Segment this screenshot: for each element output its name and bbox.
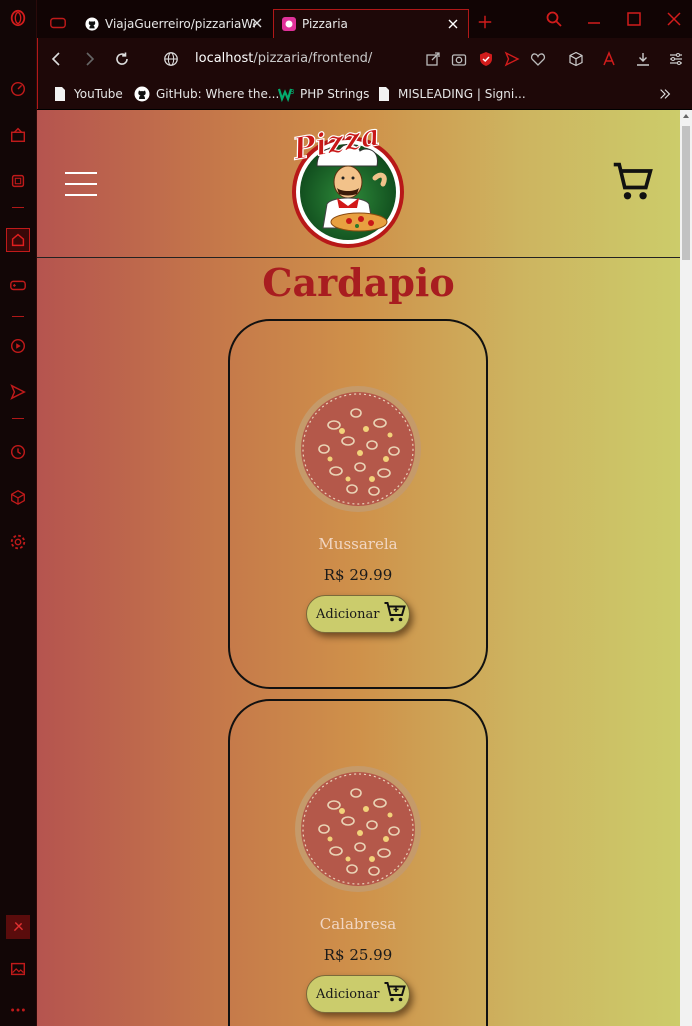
gallery-icon[interactable] <box>6 957 30 981</box>
tab-bar: ViajaGuerreiro/pizzariaWeb Pizzaria <box>37 0 692 38</box>
cart-icon <box>379 980 407 1008</box>
download-icon[interactable] <box>635 51 651 67</box>
send-icon[interactable] <box>6 380 30 404</box>
back-arrow-icon[interactable] <box>48 50 66 68</box>
pizza-chef-logo[interactable]: Pizza <box>287 117 409 250</box>
address-bar: localhost/pizzaria/frontend/ <box>37 38 692 80</box>
workspace-icon[interactable] <box>6 123 30 147</box>
camera-icon[interactable] <box>451 51 467 67</box>
scroll-up-arrow-icon[interactable] <box>683 114 689 118</box>
bookmark-label: YouTube <box>74 87 123 101</box>
bookmark-label: PHP Strings <box>300 87 370 101</box>
more-dots-icon[interactable] <box>6 998 30 1022</box>
product-name: Mussarela <box>318 535 398 553</box>
opera-logo-icon[interactable] <box>6 6 30 30</box>
sidebar-divider <box>12 207 24 208</box>
pizzaria-favicon-icon <box>282 17 296 31</box>
product-price: R$ 29.99 <box>323 566 393 584</box>
bookmarks-overflow-icon[interactable] <box>658 84 672 104</box>
sidebar-divider <box>12 418 24 419</box>
close-icon[interactable] <box>250 16 264 30</box>
add-to-cart-button[interactable]: Adicionar <box>306 975 410 1013</box>
settings-gear-icon[interactable] <box>6 530 30 554</box>
window-close-icon[interactable] <box>665 10 683 28</box>
share-icon[interactable] <box>425 51 441 67</box>
bookmark-label: GitHub: Where the... <box>156 87 280 101</box>
globe-icon[interactable] <box>163 51 181 69</box>
github-icon <box>134 86 150 102</box>
scrollbar-thumb[interactable] <box>682 126 690 260</box>
tab-pizzaria[interactable]: Pizzaria <box>273 9 469 38</box>
url-input[interactable]: localhost/pizzaria/frontend/ <box>195 51 372 66</box>
add-button-label: Adicionar <box>316 606 380 622</box>
page-scrollbar[interactable] <box>680 110 692 1026</box>
close-icon[interactable] <box>446 17 460 31</box>
bookmark-github[interactable]: GitHub: Where the... <box>134 84 279 104</box>
tab-label: Pizzaria <box>302 17 348 31</box>
product-name: Calabresa <box>319 915 397 933</box>
file-icon <box>52 86 68 102</box>
url-host: localhost <box>195 51 254 66</box>
gamepad-icon[interactable] <box>6 273 30 297</box>
site-header: Pizza <box>37 110 680 258</box>
tab-island-icon[interactable] <box>49 14 67 32</box>
tab-github[interactable]: ViajaGuerreiro/pizzariaWeb <box>77 9 272 38</box>
tab-label: ViajaGuerreiro/pizzariaWeb <box>105 16 255 31</box>
pizza-image <box>294 385 422 513</box>
pizza-image <box>294 765 422 893</box>
search-tabs-icon[interactable] <box>545 10 563 28</box>
add-to-cart-button[interactable]: Adicionar <box>306 595 410 633</box>
easy-setup-icon[interactable] <box>668 51 684 67</box>
reload-icon[interactable] <box>113 50 131 68</box>
maximize-icon[interactable] <box>625 10 643 28</box>
bookmark-php-strings[interactable]: 3 PHP Strings <box>278 84 369 104</box>
forward-arrow-icon[interactable] <box>80 50 98 68</box>
cube-icon[interactable] <box>6 485 30 509</box>
pin-off-icon[interactable] <box>6 915 30 939</box>
shopping-cart-icon[interactable] <box>611 160 655 204</box>
bookmark-misleading[interactable]: MISLEADING | Signi... <box>376 84 526 104</box>
home-icon[interactable] <box>6 228 30 252</box>
add-button-label: Adicionar <box>316 986 380 1002</box>
menu-hamburger-icon[interactable] <box>65 172 97 196</box>
player-icon[interactable] <box>6 334 30 358</box>
bookmark-label: MISLEADING | Signi... <box>398 87 526 101</box>
profile-icon[interactable] <box>601 51 617 67</box>
page-title: Cardapio <box>262 260 455 305</box>
product-card: Mussarela R$ 29.99 Adicionar <box>228 319 488 689</box>
product-card: Calabresa R$ 25.99 Adicionar <box>228 699 488 1026</box>
ai-chip-icon[interactable] <box>6 169 30 193</box>
sidebar-divider <box>12 316 24 317</box>
w3schools-icon: 3 <box>278 86 294 102</box>
send-icon[interactable] <box>504 51 520 67</box>
bookmarks-bar: YouTube GitHub: Where the... 3 PHP Strin… <box>37 80 692 109</box>
product-price: R$ 25.99 <box>323 946 393 964</box>
file-icon <box>376 86 392 102</box>
shield-icon[interactable] <box>478 51 494 67</box>
minimize-icon[interactable] <box>585 10 603 28</box>
github-icon <box>85 16 99 31</box>
heart-icon[interactable] <box>530 51 546 67</box>
cube-icon[interactable] <box>568 51 584 67</box>
bookmark-youtube[interactable]: YouTube <box>52 84 123 104</box>
cart-icon <box>379 600 407 628</box>
new-tab-plus-icon[interactable] <box>477 14 495 32</box>
history-icon[interactable] <box>6 440 30 464</box>
page-viewport: Pizza Cardapio Mussarela R$ 29.99 Adicio… <box>37 110 680 1026</box>
speed-dial-icon[interactable] <box>6 77 30 101</box>
svg-text:3: 3 <box>290 88 294 96</box>
url-path: /pizzaria/frontend/ <box>253 51 373 66</box>
opera-sidebar <box>0 0 37 1026</box>
